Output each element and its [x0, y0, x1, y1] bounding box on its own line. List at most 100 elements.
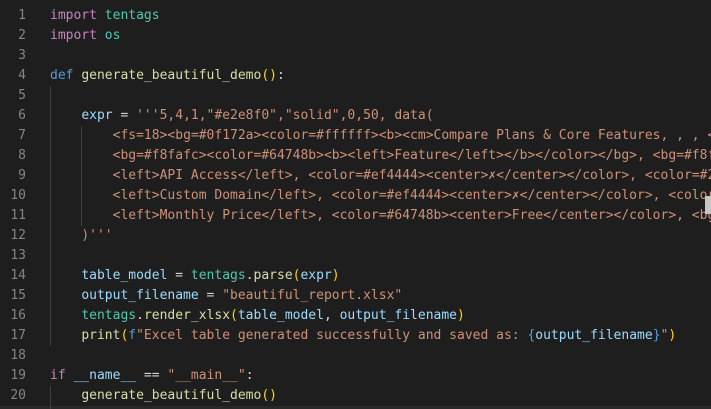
code-token: , — [323, 308, 340, 323]
code-line[interactable]: 9 <left>API Access</left>, <color=#ef444… — [0, 166, 711, 186]
line-number: 13 — [10, 248, 26, 263]
code-text[interactable]: output_filename = "beautiful_report.xlsx… — [50, 286, 402, 306]
code-token: expr — [81, 108, 113, 123]
code-text[interactable]: <fs=18><bg=#0f172a><color=#ffffff><b><cm… — [50, 126, 711, 146]
line-number: 9 — [18, 168, 26, 183]
code-text[interactable]: <left>Monthly Price</left>, <color=#6474… — [50, 206, 711, 226]
code-token: output_filename — [535, 328, 653, 343]
code-line[interactable]: 17 print(f"Excel table generated success… — [0, 326, 711, 346]
code-token: <fs=18><bg=#0f172a><color=#ffffff><b><cm… — [112, 128, 711, 143]
code-token: __name__ — [73, 368, 137, 383]
line-number: 3 — [18, 48, 26, 63]
code-line[interactable]: 18 — [0, 346, 711, 366]
code-line[interactable]: 15 output_filename = "beautiful_report.x… — [0, 286, 711, 306]
code-token: = — [112, 108, 137, 123]
code-text[interactable]: )''' — [50, 226, 113, 246]
code-token: ( — [230, 308, 238, 323]
code-line[interactable]: 4 def generate_beautiful_demo(): — [0, 66, 711, 86]
code-line[interactable]: 6 expr = '''5,4,1,"#e2e8f0","solid",0,50… — [0, 106, 711, 126]
code-token: "beautiful_report.xlsx" — [222, 288, 403, 303]
code-line[interactable]: 7 <fs=18><bg=#0f172a><color=#ffffff><b><… — [0, 126, 711, 146]
line-number: 11 — [10, 208, 26, 223]
code-token: . — [245, 268, 254, 283]
indent-guide — [50, 86, 51, 106]
code-token: table_model — [237, 308, 324, 323]
code-token: () — [261, 388, 277, 403]
code-token: } — [652, 328, 661, 343]
code-token: ) — [457, 308, 465, 323]
line-number: 8 — [18, 148, 26, 163]
code-token: )''' — [81, 228, 113, 243]
line-number: 20 — [10, 388, 26, 403]
code-token: def — [50, 68, 74, 83]
code-line[interactable]: 8 <bg=#f8fafc><color=#64748b><b><left>Fe… — [0, 146, 711, 166]
code-line[interactable]: 14 table_model = tentags.parse(expr) — [0, 266, 711, 286]
code-token: output_filename — [339, 308, 458, 323]
code-line[interactable]: 10 <left>Custom Domain</left>, <color=#e… — [0, 186, 711, 206]
code-line[interactable]: 5 — [0, 86, 711, 106]
line-number: 16 — [10, 308, 26, 323]
code-text[interactable]: generate_beautiful_demo() — [50, 386, 277, 406]
line-number: 15 — [10, 288, 26, 303]
code-line[interactable]: 19 if __name__ == "__main__": — [0, 366, 711, 386]
code-line[interactable]: 13 — [0, 246, 711, 266]
code-text[interactable]: if __name__ == "__main__": — [50, 366, 254, 386]
code-text[interactable]: <left>Custom Domain</left>, <color=#ef44… — [50, 186, 711, 206]
code-line[interactable]: 3 — [0, 46, 711, 66]
line-number: 5 — [18, 88, 26, 103]
line-number: 6 — [18, 108, 26, 123]
code-text[interactable]: <bg=#f8fafc><color=#64748b><b><left>Feat… — [50, 146, 711, 166]
code-text[interactable]: <left>API Access</left>, <color=#ef4444>… — [50, 166, 711, 186]
line-number: 2 — [18, 28, 26, 43]
code-text[interactable]: expr = '''5,4,1,"#e2e8f0","solid",0,50, … — [50, 106, 433, 126]
code-text[interactable]: def generate_beautiful_demo(): — [50, 66, 285, 86]
line-number: 19 — [10, 368, 26, 383]
code-token: import — [50, 28, 97, 43]
code-line[interactable]: 1 import tentags — [0, 6, 711, 26]
code-line[interactable]: 12 )''' — [0, 226, 711, 246]
vertical-scrollbar[interactable] — [697, 0, 711, 409]
code-token: <bg=#f8fafc><color=#64748b><b><left>Feat… — [112, 148, 711, 163]
code-token: = — [198, 288, 223, 303]
code-token: <left>API Access</left>, <color=#ef4444>… — [112, 168, 711, 183]
line-number: 1 — [18, 8, 26, 23]
code-token: f — [128, 328, 137, 343]
indent-guide — [50, 246, 51, 266]
code-line[interactable]: 11 <left>Monthly Price</left>, <color=#6… — [0, 206, 711, 226]
code-text[interactable]: import tentags — [50, 6, 160, 26]
code-line[interactable]: 2 import os — [0, 26, 711, 46]
code-token: os — [104, 28, 121, 43]
code-line[interactable]: 20 generate_beautiful_demo() — [0, 386, 711, 406]
code-text[interactable]: table_model = tentags.parse(expr) — [50, 266, 340, 286]
code-line[interactable]: 16 tentags.render_xlsx(table_model, outp… — [0, 306, 711, 326]
code-text[interactable]: print(f"Excel table generated successful… — [50, 326, 676, 346]
code-token: render_xlsx — [143, 308, 231, 323]
code-token: expr — [300, 268, 332, 283]
code-token: == — [136, 368, 168, 383]
scrollbar-thumb[interactable] — [705, 196, 711, 214]
line-number: 7 — [18, 128, 26, 143]
code-token: if — [50, 368, 66, 383]
code-token: ) — [331, 268, 340, 283]
code-token: : — [276, 68, 285, 83]
line-number: 17 — [10, 328, 26, 343]
code-text[interactable]: import os — [50, 26, 120, 46]
code-editor[interactable]: 1 import tentags 2 import os 3 4 def generate_… — [0, 0, 711, 409]
code-token: output_filename — [81, 288, 199, 303]
code-text[interactable]: tentags.render_xlsx(table_model, output_… — [50, 306, 465, 326]
line-number: 10 — [10, 188, 26, 203]
code-token: ) — [668, 328, 677, 343]
code-token: = — [167, 268, 191, 283]
